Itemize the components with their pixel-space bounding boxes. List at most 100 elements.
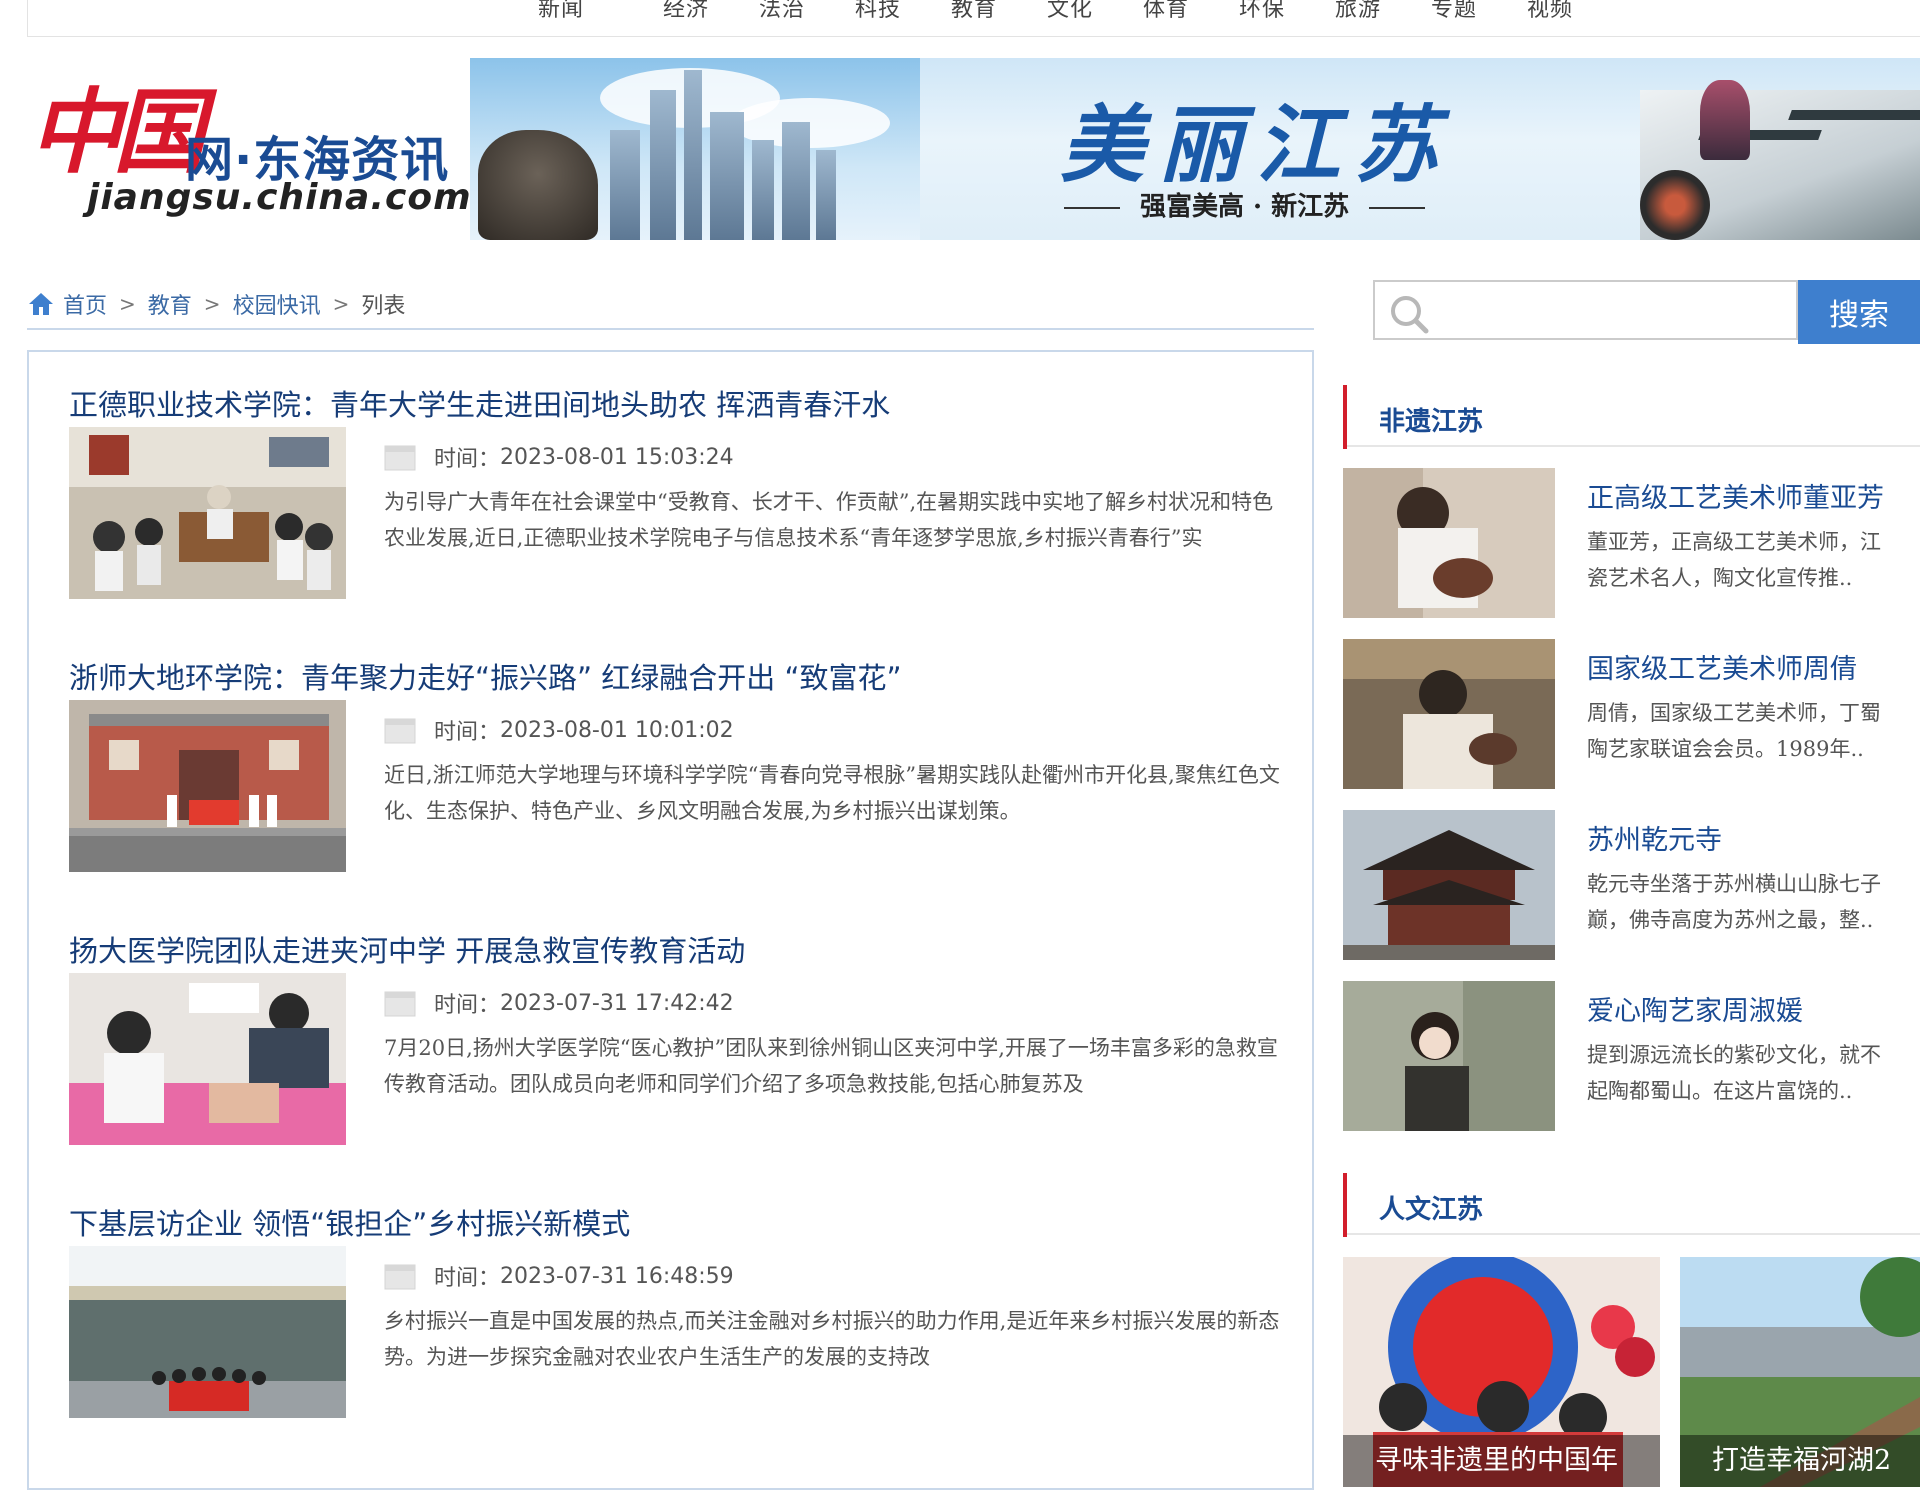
heritage-title[interactable]: 爱心陶艺家周淑媛 bbox=[1587, 989, 1803, 1028]
article-meta: 时间： 2023-07-31 16:48:59 bbox=[384, 1261, 734, 1291]
section-title[interactable]: 人文江苏 bbox=[1379, 1189, 1483, 1226]
article-meta: 时间： 2023-08-01 15:03:24 bbox=[384, 442, 734, 472]
search-icon bbox=[1391, 296, 1429, 334]
top-nav-items: 新闻 经济 法治 科技 教育 文化 体育 环保 旅游 专题 视频 bbox=[510, 0, 1598, 28]
heritage-summary: 乾元寺坐落于苏州横山山脉七子 巅，佛寺高度为苏州之最，整.. bbox=[1587, 872, 1881, 932]
nav-item-environment[interactable]: 环保 bbox=[1214, 0, 1310, 28]
banner-building bbox=[650, 90, 676, 240]
article-title[interactable]: 正德职业技术学院：青年大学生走进田间地头助农 挥洒青春汗水 bbox=[69, 382, 890, 424]
section-header-heritage: 非遗江苏 bbox=[1343, 385, 1920, 449]
breadcrumb: 首页 > 教育 > 校园快讯 > 列表 bbox=[27, 285, 405, 323]
humanities-card[interactable]: 打造幸福河湖2 bbox=[1680, 1257, 1920, 1487]
article-thumbnail[interactable] bbox=[69, 700, 346, 872]
article-time-label: 时间： bbox=[434, 447, 501, 472]
breadcrumb-separator: > bbox=[203, 292, 221, 316]
breadcrumb-separator: > bbox=[332, 292, 350, 316]
article-time: 2023-07-31 17:42:42 bbox=[500, 990, 734, 1016]
banner-roof bbox=[1788, 110, 1920, 120]
heritage-image[interactable] bbox=[1343, 981, 1555, 1131]
heritage-summary: 提到源远流长的紫砂文化，就不 起陶都蜀山。在这片富饶的.. bbox=[1587, 1043, 1881, 1103]
banner-building bbox=[752, 140, 774, 240]
nav-item-education[interactable]: 教育 bbox=[926, 0, 1022, 28]
logo-url: jiangsu.china.com.cn bbox=[87, 177, 536, 218]
search-input[interactable] bbox=[1439, 290, 1783, 334]
article-thumbnail[interactable] bbox=[69, 427, 346, 599]
section-title[interactable]: 非遗江苏 bbox=[1379, 401, 1483, 438]
banner-title: 美丽江苏 bbox=[1060, 95, 1453, 194]
heritage-item: 正高级工艺美术师董亚芳 董亚芳，正高级工艺美术师，江 瓷艺术名人，陶文化宣传推.… bbox=[1343, 468, 1920, 620]
search-bar: 搜索 bbox=[1373, 280, 1920, 344]
nav-item-law[interactable]: 法治 bbox=[734, 0, 830, 28]
calendar-icon bbox=[384, 1264, 416, 1290]
article-time: 2023-08-01 10:01:02 bbox=[500, 717, 734, 743]
humanities-card[interactable]: 寻味非遗里的中国年 bbox=[1343, 1257, 1660, 1487]
article-item: 正德职业技术学院：青年大学生走进田间地头助农 挥洒青春汗水 时间： 2023-0… bbox=[69, 382, 1289, 622]
banner-building bbox=[710, 112, 744, 240]
heritage-title[interactable]: 正高级工艺美术师董亚芳 bbox=[1587, 476, 1884, 515]
article-thumbnail[interactable] bbox=[69, 1246, 346, 1418]
nav-item-video[interactable]: 视频 bbox=[1502, 0, 1598, 28]
banner-decor-plate bbox=[1640, 170, 1710, 240]
humanities-caption: 寻味非遗里的中国年 bbox=[1343, 1435, 1660, 1487]
nav-item-sports[interactable]: 体育 bbox=[1118, 0, 1214, 28]
heritage-image[interactable] bbox=[1343, 639, 1555, 789]
calendar-icon bbox=[384, 445, 416, 471]
article-title[interactable]: 扬大医学院团队走进夹河中学 开展急救宣传教育活动 bbox=[69, 928, 745, 970]
nav-item-economy[interactable]: 经济 bbox=[638, 0, 734, 28]
article-item: 下基层访企业 领悟“银担企”乡村振兴新模式 时间： 2023-07-31 16:… bbox=[69, 1201, 1289, 1441]
nav-item-travel[interactable]: 旅游 bbox=[1310, 0, 1406, 28]
article-summary: 近日,浙江师范大学地理与环境科学学院“青春向党寻根脉”暑期实践队赴衢州市开化县,… bbox=[384, 763, 1280, 823]
article-time-label: 时间： bbox=[434, 720, 501, 745]
home-icon[interactable] bbox=[27, 291, 55, 317]
heritage-item: 苏州乾元寺 乾元寺坐落于苏州横山山脉七子 巅，佛寺高度为苏州之最，整.. bbox=[1343, 810, 1920, 962]
banner-building bbox=[816, 150, 836, 240]
banner-opera-figure bbox=[1700, 80, 1750, 160]
search-button[interactable]: 搜索 bbox=[1798, 280, 1920, 344]
nav-item-topics[interactable]: 专题 bbox=[1406, 0, 1502, 28]
heritage-item: 爱心陶艺家周淑媛 提到源远流长的紫砂文化，就不 起陶都蜀山。在这片富饶的.. bbox=[1343, 981, 1920, 1133]
logo-mark: 中国 bbox=[29, 78, 205, 186]
humanities-caption: 打造幸福河湖2 bbox=[1680, 1435, 1920, 1487]
banner-lion-sculpture bbox=[478, 130, 598, 240]
article-item: 浙师大地环学院：青年聚力走好“振兴路” 红绿融合开出 “致富花” 时间： 202… bbox=[69, 655, 1289, 895]
breadcrumb-campus-news[interactable]: 校园快讯 bbox=[233, 288, 321, 320]
banner-subtitle: 强富美高 · 新江苏 bbox=[1044, 186, 1445, 223]
heritage-image[interactable] bbox=[1343, 810, 1555, 960]
article-time: 2023-08-01 15:03:24 bbox=[500, 444, 734, 470]
heritage-item: 国家级工艺美术师周倩 周倩，国家级工艺美术师，丁蜀 陶艺家联谊会会员。1989年… bbox=[1343, 639, 1920, 791]
calendar-icon bbox=[384, 718, 416, 744]
breadcrumb-separator: > bbox=[119, 292, 136, 316]
article-meta: 时间： 2023-07-31 17:42:42 bbox=[384, 988, 734, 1018]
heritage-summary: 周倩，国家级工艺美术师，丁蜀 陶艺家联谊会会员。1989年.. bbox=[1587, 701, 1881, 761]
article-summary: 乡村振兴一直是中国发展的热点,而关注金融对乡村振兴的助力作用,是近年来乡村振兴发… bbox=[384, 1309, 1280, 1369]
nav-item-culture[interactable]: 文化 bbox=[1022, 0, 1118, 28]
top-nav: 新闻 经济 法治 科技 教育 文化 体育 环保 旅游 专题 视频 bbox=[27, 0, 1920, 37]
banner-building bbox=[610, 130, 640, 240]
section-accent-bar bbox=[1343, 385, 1347, 449]
heritage-title[interactable]: 国家级工艺美术师周倩 bbox=[1587, 647, 1857, 686]
article-time: 2023-07-31 16:48:59 bbox=[500, 1263, 734, 1289]
article-title[interactable]: 浙师大地环学院：青年聚力走好“振兴路” 红绿融合开出 “致富花” bbox=[69, 655, 902, 697]
banner-houses bbox=[1640, 80, 1920, 240]
breadcrumb-current: 列表 bbox=[361, 294, 406, 319]
site-logo[interactable]: 中国 网·东海资讯 jiangsu.china.com.cn bbox=[27, 78, 534, 222]
heritage-summary: 董亚芳，正高级工艺美术师，江 瓷艺术名人，陶文化宣传推.. bbox=[1587, 530, 1881, 590]
article-title[interactable]: 下基层访企业 领悟“银担企”乡村振兴新模式 bbox=[69, 1201, 630, 1243]
section-accent-bar bbox=[1343, 1173, 1347, 1237]
article-thumbnail[interactable] bbox=[69, 973, 346, 1145]
article-summary: 7月20日,扬州大学医学院“医心教护”团队来到徐州铜山区夹河中学,开展了一场丰富… bbox=[384, 1036, 1278, 1096]
nav-item-tech[interactable]: 科技 bbox=[830, 0, 926, 28]
article-item: 扬大医学院团队走进夹河中学 开展急救宣传教育活动 时间： 2023-07-31 … bbox=[69, 928, 1289, 1168]
search-box bbox=[1373, 280, 1798, 340]
article-time-label: 时间： bbox=[434, 1266, 501, 1291]
section-header-humanities: 人文江苏 bbox=[1343, 1173, 1920, 1237]
banner-building bbox=[684, 70, 702, 240]
breadcrumb-divider bbox=[27, 328, 1314, 330]
breadcrumb-home[interactable]: 首页 bbox=[63, 288, 107, 320]
heritage-title[interactable]: 苏州乾元寺 bbox=[1587, 818, 1722, 857]
article-summary: 为引导广大青年在社会课堂中“受教育、长才干、作贡献”,在暑期实践中实地了解乡村状… bbox=[384, 490, 1274, 550]
nav-item-news[interactable]: 新闻 bbox=[510, 0, 638, 28]
heritage-image[interactable] bbox=[1343, 468, 1555, 618]
article-time-label: 时间： bbox=[434, 993, 501, 1018]
breadcrumb-education[interactable]: 教育 bbox=[148, 288, 192, 320]
